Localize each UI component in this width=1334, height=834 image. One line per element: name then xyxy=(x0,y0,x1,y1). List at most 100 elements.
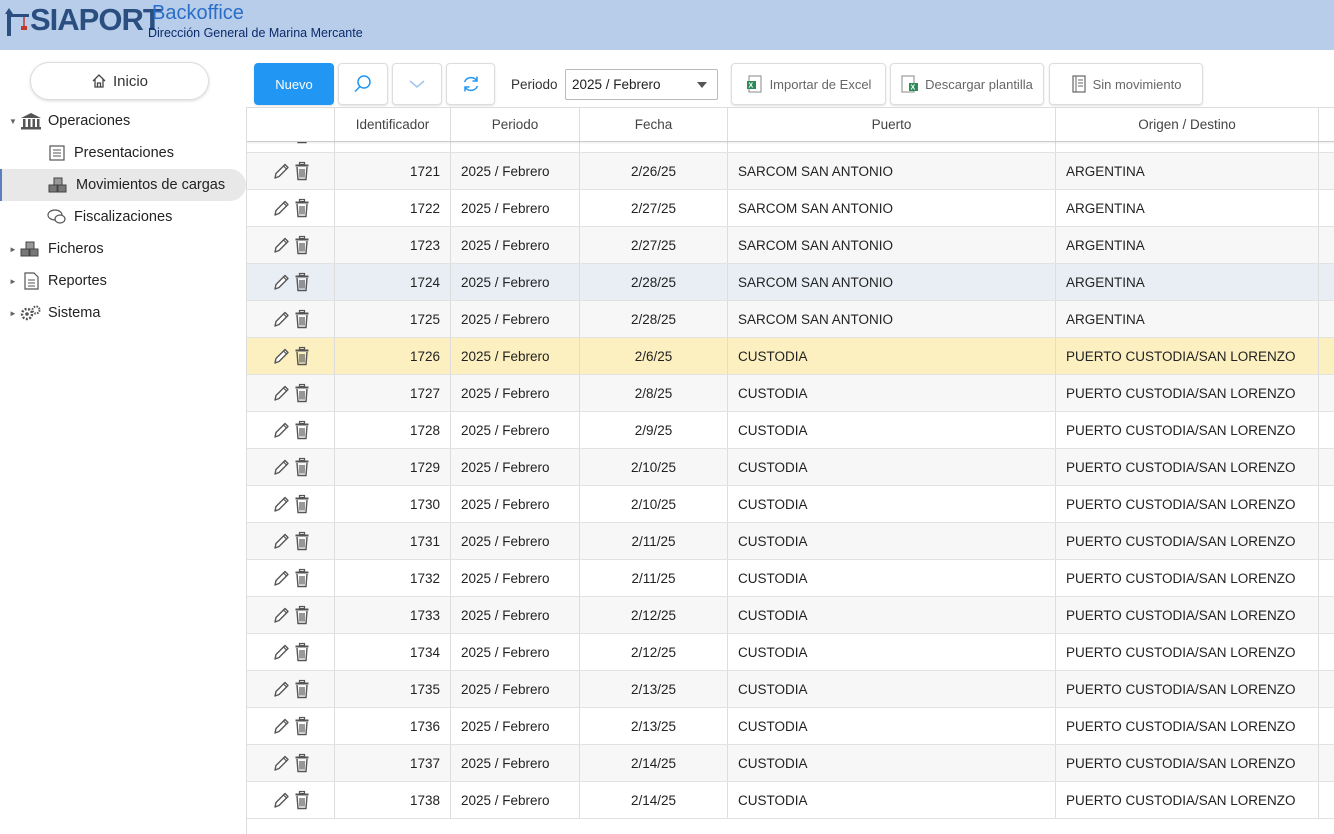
column-header-fecha[interactable]: Fecha xyxy=(580,108,728,141)
delete-trash-icon[interactable] xyxy=(294,679,310,699)
periodo-select[interactable]: 2025 / Febrero xyxy=(565,69,718,100)
search-button[interactable] xyxy=(338,63,388,105)
sidebar: Inicio ▼ Operaciones Presentaciones Movi… xyxy=(0,50,246,834)
ledger-icon xyxy=(1071,75,1086,93)
edit-pencil-icon[interactable] xyxy=(272,309,290,329)
delete-trash-icon[interactable] xyxy=(294,198,310,218)
svg-text:X: X xyxy=(911,85,916,92)
table-row[interactable]: 1737 2025 / Febrero 2/14/25 CUSTODIA PUERTO … xyxy=(247,745,1334,782)
edit-pencil-icon[interactable] xyxy=(272,420,290,440)
delete-trash-icon[interactable] xyxy=(294,161,310,181)
cell-fecha: 2/13/25 xyxy=(580,708,728,744)
table-row[interactable]: 1725 2025 / Febrero 2/28/25 SARCOM SAN ANTO… xyxy=(247,301,1334,338)
edit-pencil-icon[interactable] xyxy=(272,716,290,736)
delete-trash-icon[interactable] xyxy=(294,309,310,329)
edit-pencil-icon[interactable] xyxy=(272,679,290,699)
delete-trash-icon[interactable] xyxy=(294,272,310,292)
cell-spacer xyxy=(1319,227,1334,263)
table-row[interactable]: 1735 2025 / Febrero 2/13/25 CUSTODIA PUERTO … xyxy=(247,671,1334,708)
crane-logo-icon xyxy=(5,8,29,36)
delete-trash-icon[interactable] xyxy=(294,383,310,403)
table-row[interactable]: 1726 2025 / Febrero 2/6/25 CUSTODIA PUERTO C… xyxy=(247,338,1334,375)
edit-pencil-icon[interactable] xyxy=(272,753,290,773)
table-row[interactable]: 1736 2025 / Febrero 2/13/25 CUSTODIA PUERTO … xyxy=(247,708,1334,745)
edit-pencil-icon[interactable] xyxy=(272,790,290,810)
table-row[interactable]: 1724 2025 / Febrero 2/28/25 SARCOM SAN ANTO… xyxy=(247,264,1334,301)
sidebar-item-fiscalizaciones[interactable]: Fiscalizaciones xyxy=(0,201,246,233)
sidebar-item-operaciones[interactable]: ▼ Operaciones xyxy=(0,105,246,137)
column-header-periodo[interactable]: Periodo xyxy=(451,108,580,141)
sidebar-item-movimientos-de-cargas[interactable]: Movimientos de cargas xyxy=(0,169,246,201)
edit-pencil-icon[interactable] xyxy=(272,346,290,366)
row-actions xyxy=(247,634,335,670)
cell-spacer xyxy=(1319,634,1334,670)
table-row[interactable]: 1738 2025 / Febrero 2/14/25 CUSTODIA PUERTO … xyxy=(247,782,1334,819)
delete-trash-icon[interactable] xyxy=(294,642,310,662)
table-row[interactable]: 1723 2025 / Febrero 2/27/25 SARCOM SAN ANTO… xyxy=(247,227,1334,264)
delete-trash-icon[interactable] xyxy=(294,605,310,625)
delete-trash-icon[interactable] xyxy=(294,753,310,773)
cell-identificador: 1725 xyxy=(335,301,451,337)
edit-pencil-icon[interactable] xyxy=(272,235,290,255)
table-row[interactable]: 1734 2025 / Febrero 2/12/25 CUSTODIA PUERTO … xyxy=(247,634,1334,671)
edit-pencil-icon[interactable] xyxy=(272,383,290,403)
edit-pencil-icon[interactable] xyxy=(272,161,290,181)
delete-trash-icon[interactable] xyxy=(294,531,310,551)
sidebar-item-presentaciones[interactable]: Presentaciones xyxy=(0,137,246,169)
sidebar-item-ficheros[interactable]: ► Ficheros xyxy=(0,233,246,265)
cell-periodo: 2025 / Febrero xyxy=(451,412,580,448)
delete-trash-icon[interactable] xyxy=(294,790,310,810)
sidebar-item-sistema[interactable]: ► Sistema xyxy=(0,297,246,329)
table-row[interactable]: 1731 2025 / Febrero 2/11/25 CUSTODIA PUERTO … xyxy=(247,523,1334,560)
cell-periodo: 2025 / Febrero xyxy=(451,301,580,337)
cell-fecha: 2/14/25 xyxy=(580,782,728,818)
table-row[interactable]: 1722 2025 / Febrero 2/27/25 SARCOM SAN ANTO… xyxy=(247,190,1334,227)
edit-pencil-icon[interactable] xyxy=(272,198,290,218)
delete-trash-icon[interactable] xyxy=(294,716,310,736)
column-header-origen-destino[interactable]: Origen / Destino xyxy=(1056,108,1319,141)
expand-filters-button[interactable] xyxy=(392,63,442,105)
cell-puerto: CUSTODIA xyxy=(728,560,1056,596)
table-row[interactable]: 1721 2025 / Febrero 2/26/25 SARCOM SAN ANTO… xyxy=(247,153,1334,190)
delete-trash-icon[interactable] xyxy=(294,420,310,440)
delete-trash-icon[interactable] xyxy=(294,494,310,514)
refresh-button[interactable] xyxy=(446,63,495,105)
table-row[interactable]: 1733 2025 / Febrero 2/12/25 CUSTODIA PUERTO … xyxy=(247,597,1334,634)
edit-pencil-icon[interactable] xyxy=(272,457,290,477)
table-row[interactable]: 1730 2025 / Febrero 2/10/25 CUSTODIA PUERTO … xyxy=(247,486,1334,523)
cell-identificador: 1722 xyxy=(335,190,451,226)
edit-pencil-icon[interactable] xyxy=(272,568,290,588)
cell-spacer xyxy=(1319,338,1334,374)
column-header-puerto[interactable]: Puerto xyxy=(728,108,1056,141)
table-row[interactable]: 1727 2025 / Febrero 2/8/25 CUSTODIA PUERTO C… xyxy=(247,375,1334,412)
edit-pencil-icon[interactable] xyxy=(272,272,290,292)
sidebar-item-label: Ficheros xyxy=(48,241,104,257)
importar-excel-button[interactable]: X Importar de Excel xyxy=(731,63,886,105)
nuevo-button[interactable]: Nuevo xyxy=(254,63,334,105)
cell-puerto: SARCOM SAN ANTONIO xyxy=(728,190,1056,226)
column-header-identificador[interactable]: Identificador xyxy=(335,108,451,141)
sidebar-item-label: Presentaciones xyxy=(74,145,174,161)
descargar-plantilla-button[interactable]: X Descargar plantilla xyxy=(890,63,1044,105)
sin-movimiento-button[interactable]: Sin movimiento xyxy=(1049,63,1203,105)
table-row[interactable]: 1732 2025 / Febrero 2/11/25 CUSTODIA PUERTO … xyxy=(247,560,1334,597)
delete-trash-icon[interactable] xyxy=(294,457,310,477)
table-row[interactable]: 1728 2025 / Febrero 2/9/25 CUSTODIA PUERTO C… xyxy=(247,412,1334,449)
home-icon xyxy=(92,74,106,88)
table-row[interactable]: 1729 2025 / Febrero 2/10/25 CUSTODIA PUERTO … xyxy=(247,449,1334,486)
edit-pencil-icon[interactable] xyxy=(272,531,290,551)
cell-identificador: 1723 xyxy=(335,227,451,263)
cell-origen-destino: PUERTO CUSTODIA/SAN LORENZO xyxy=(1056,671,1319,707)
delete-trash-icon[interactable] xyxy=(294,235,310,255)
row-actions xyxy=(247,153,335,189)
edit-pencil-icon[interactable] xyxy=(272,494,290,514)
sidebar-item-reportes[interactable]: ► Reportes xyxy=(0,265,246,297)
edit-pencil-icon[interactable] xyxy=(272,605,290,625)
edit-pencil-icon[interactable] xyxy=(272,642,290,662)
siaport-logo[interactable]: SIAPORT xyxy=(4,2,162,36)
cell-puerto: CUSTODIA xyxy=(728,634,1056,670)
delete-trash-icon[interactable] xyxy=(294,568,310,588)
delete-trash-icon[interactable] xyxy=(294,346,310,366)
cell-puerto: CUSTODIA xyxy=(728,449,1056,485)
home-button[interactable]: Inicio xyxy=(30,62,209,100)
